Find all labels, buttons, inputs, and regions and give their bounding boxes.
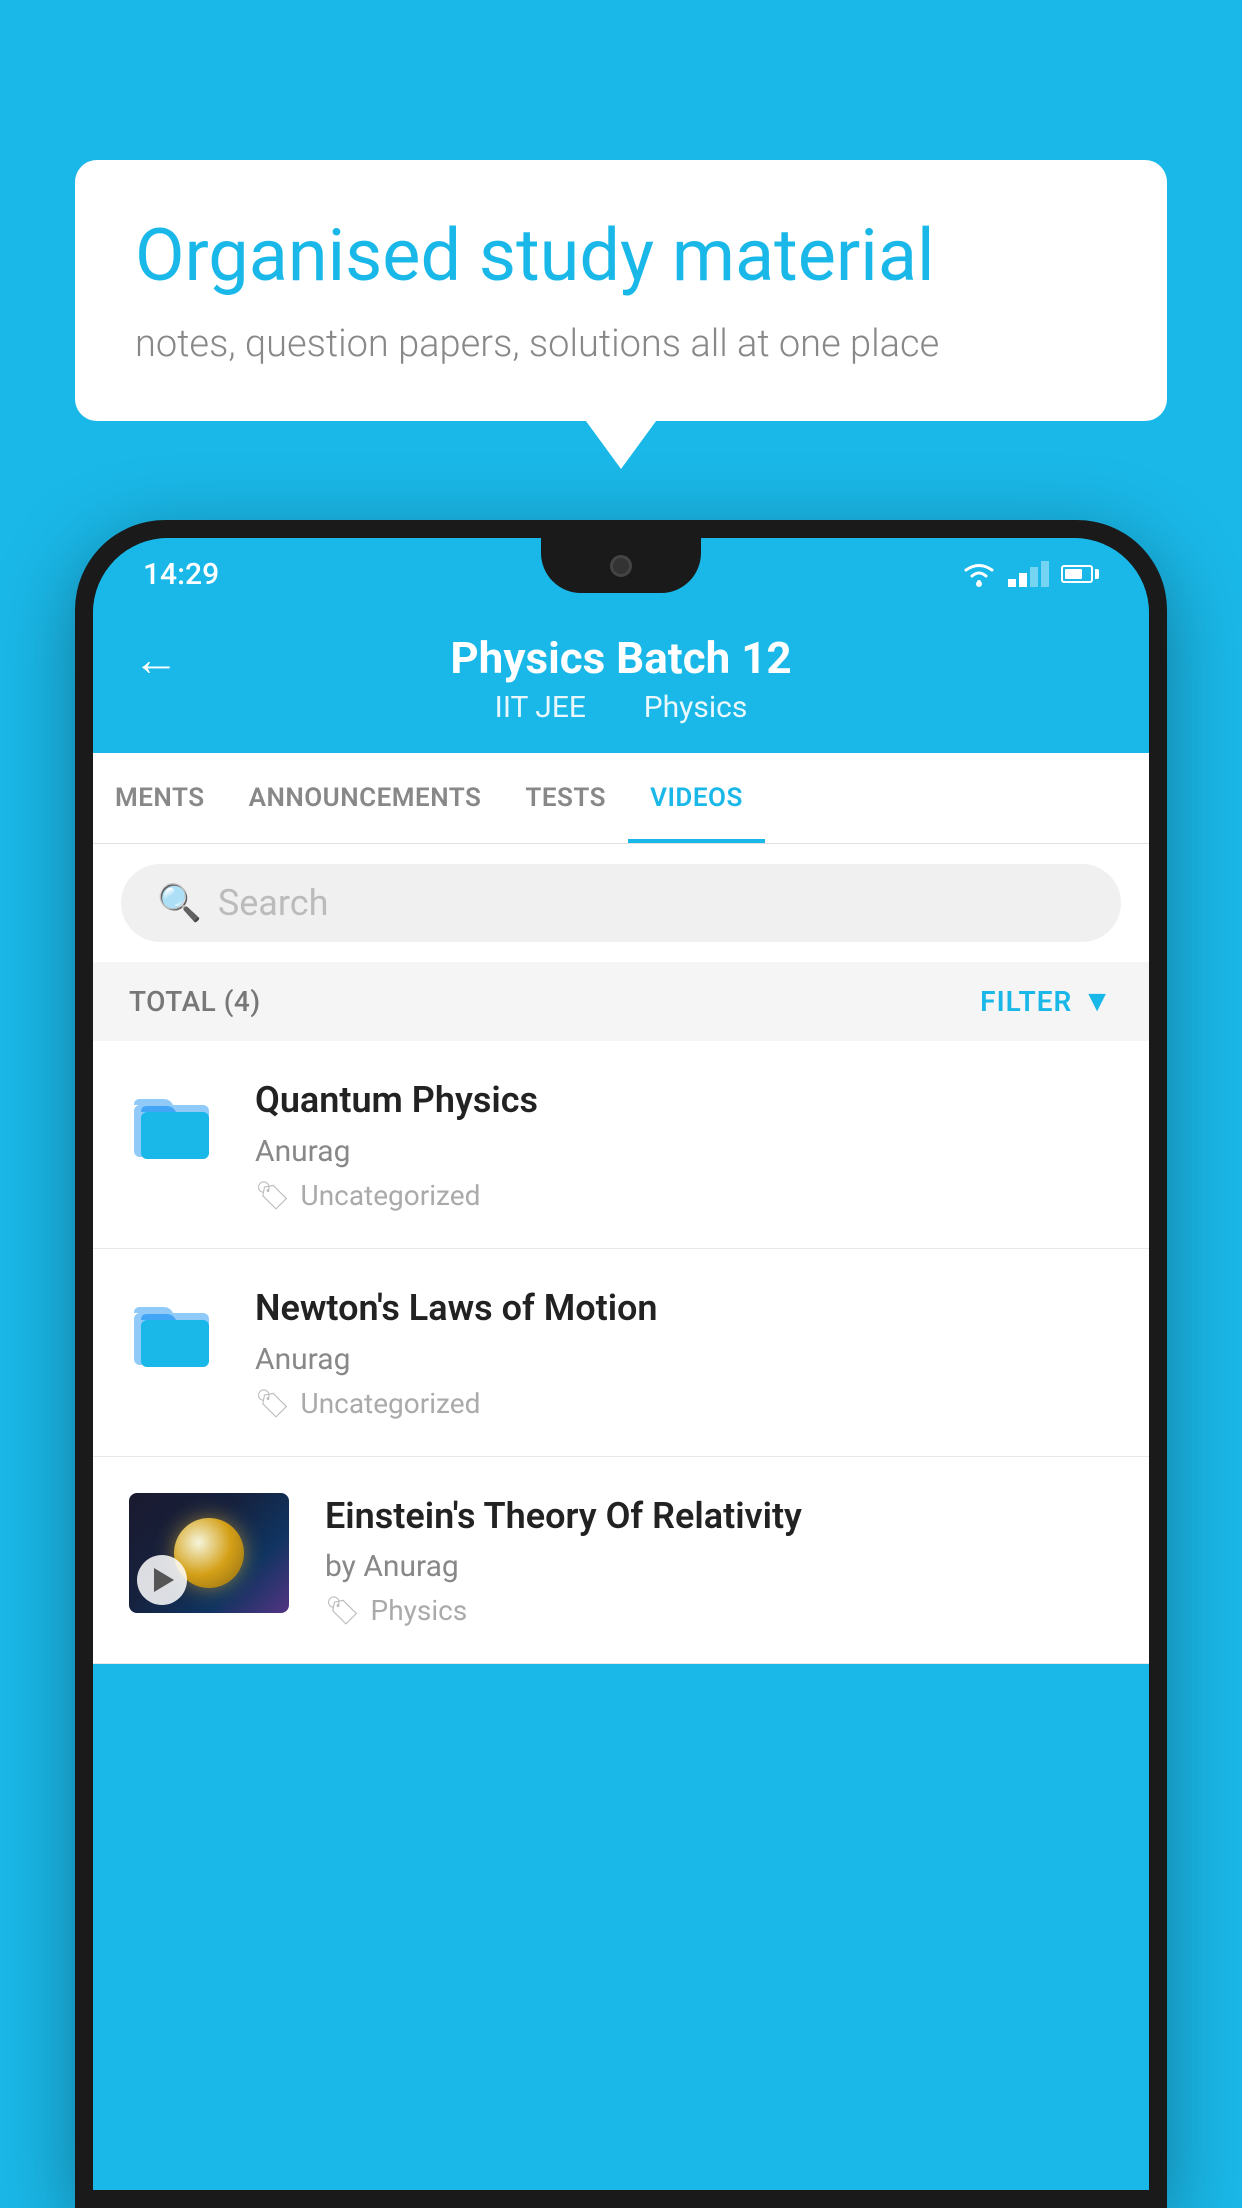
play-button[interactable] <box>137 1555 187 1605</box>
folder-icon <box>129 1077 219 1167</box>
status-bar: 14:29 <box>93 538 1149 610</box>
video-title: Quantum Physics <box>255 1077 1113 1124</box>
tag-icon: 🏷 <box>255 1387 291 1420</box>
video-info: Newton's Laws of Motion Anurag 🏷 Uncateg… <box>255 1285 1113 1420</box>
subtitle-part2: Physics <box>644 690 748 725</box>
play-icon <box>154 1568 174 1592</box>
search-icon: 🔍 <box>157 882 202 924</box>
tab-announcements[interactable]: ANNOUNCEMENTS <box>227 753 504 843</box>
video-tag: 🏷 Uncategorized <box>255 1387 1113 1420</box>
tab-tests[interactable]: TESTS <box>503 753 628 843</box>
video-list: Quantum Physics Anurag 🏷 Uncategorized <box>93 1041 1149 1664</box>
battery-icon <box>1061 565 1099 583</box>
tag-label: Uncategorized <box>301 1387 481 1420</box>
speech-bubble: Organised study material notes, question… <box>75 160 1167 421</box>
video-title: Einstein's Theory Of Relativity <box>325 1493 1113 1540</box>
content-area: 🔍 Search TOTAL (4) FILTER ▼ <box>93 844 1149 1664</box>
phone-frame: 14:29 <box>75 520 1167 2208</box>
search-bar[interactable]: 🔍 Search <box>121 864 1121 942</box>
hero-title: Organised study material <box>135 215 1107 298</box>
search-bar-container: 🔍 Search <box>93 844 1149 962</box>
video-tag: 🏷 Uncategorized <box>255 1179 1113 1212</box>
notch <box>541 538 701 593</box>
tag-label: Uncategorized <box>301 1179 481 1212</box>
status-icons <box>962 560 1099 588</box>
filter-label: FILTER <box>980 985 1072 1018</box>
hero-subtitle: notes, question papers, solutions all at… <box>135 322 1107 366</box>
camera <box>610 555 632 577</box>
back-button[interactable]: ← <box>133 632 179 687</box>
wifi-icon <box>962 560 996 588</box>
hero-section: Organised study material notes, question… <box>75 160 1167 421</box>
status-time: 14:29 <box>143 557 219 592</box>
folder-icon <box>129 1285 219 1375</box>
video-author: Anurag <box>255 1134 1113 1169</box>
list-item[interactable]: Newton's Laws of Motion Anurag 🏷 Uncateg… <box>93 1249 1149 1457</box>
video-info: Einstein's Theory Of Relativity by Anura… <box>325 1493 1113 1628</box>
tab-ments[interactable]: MENTS <box>93 753 227 843</box>
tag-icon: 🏷 <box>325 1594 361 1627</box>
video-author: by Anurag <box>325 1549 1113 1584</box>
filter-button[interactable]: FILTER ▼ <box>980 984 1113 1019</box>
video-thumbnail <box>129 1493 289 1613</box>
tabs-bar: MENTS ANNOUNCEMENTS TESTS VIDEOS <box>93 753 1149 844</box>
video-tag: 🏷 Physics <box>325 1594 1113 1627</box>
subtitle-part1: IIT JEE <box>495 690 586 725</box>
app-subtitle: IIT JEE Physics <box>481 690 762 725</box>
list-item[interactable]: Einstein's Theory Of Relativity by Anura… <box>93 1457 1149 1665</box>
search-placeholder: Search <box>218 882 329 924</box>
signal-icon <box>1008 561 1049 587</box>
app-header: ← Physics Batch 12 IIT JEE Physics <box>93 610 1149 753</box>
filter-icon: ▼ <box>1082 984 1113 1019</box>
tab-videos[interactable]: VIDEOS <box>628 753 765 843</box>
video-info: Quantum Physics Anurag 🏷 Uncategorized <box>255 1077 1113 1212</box>
filter-bar: TOTAL (4) FILTER ▼ <box>93 962 1149 1041</box>
app-title: Physics Batch 12 <box>450 632 791 684</box>
phone-screen: 14:29 <box>93 538 1149 2190</box>
tag-icon: 🏷 <box>255 1179 291 1212</box>
list-item[interactable]: Quantum Physics Anurag 🏷 Uncategorized <box>93 1041 1149 1249</box>
tag-label: Physics <box>371 1594 468 1627</box>
video-author: Anurag <box>255 1342 1113 1377</box>
video-title: Newton's Laws of Motion <box>255 1285 1113 1332</box>
total-count: TOTAL (4) <box>129 985 261 1018</box>
